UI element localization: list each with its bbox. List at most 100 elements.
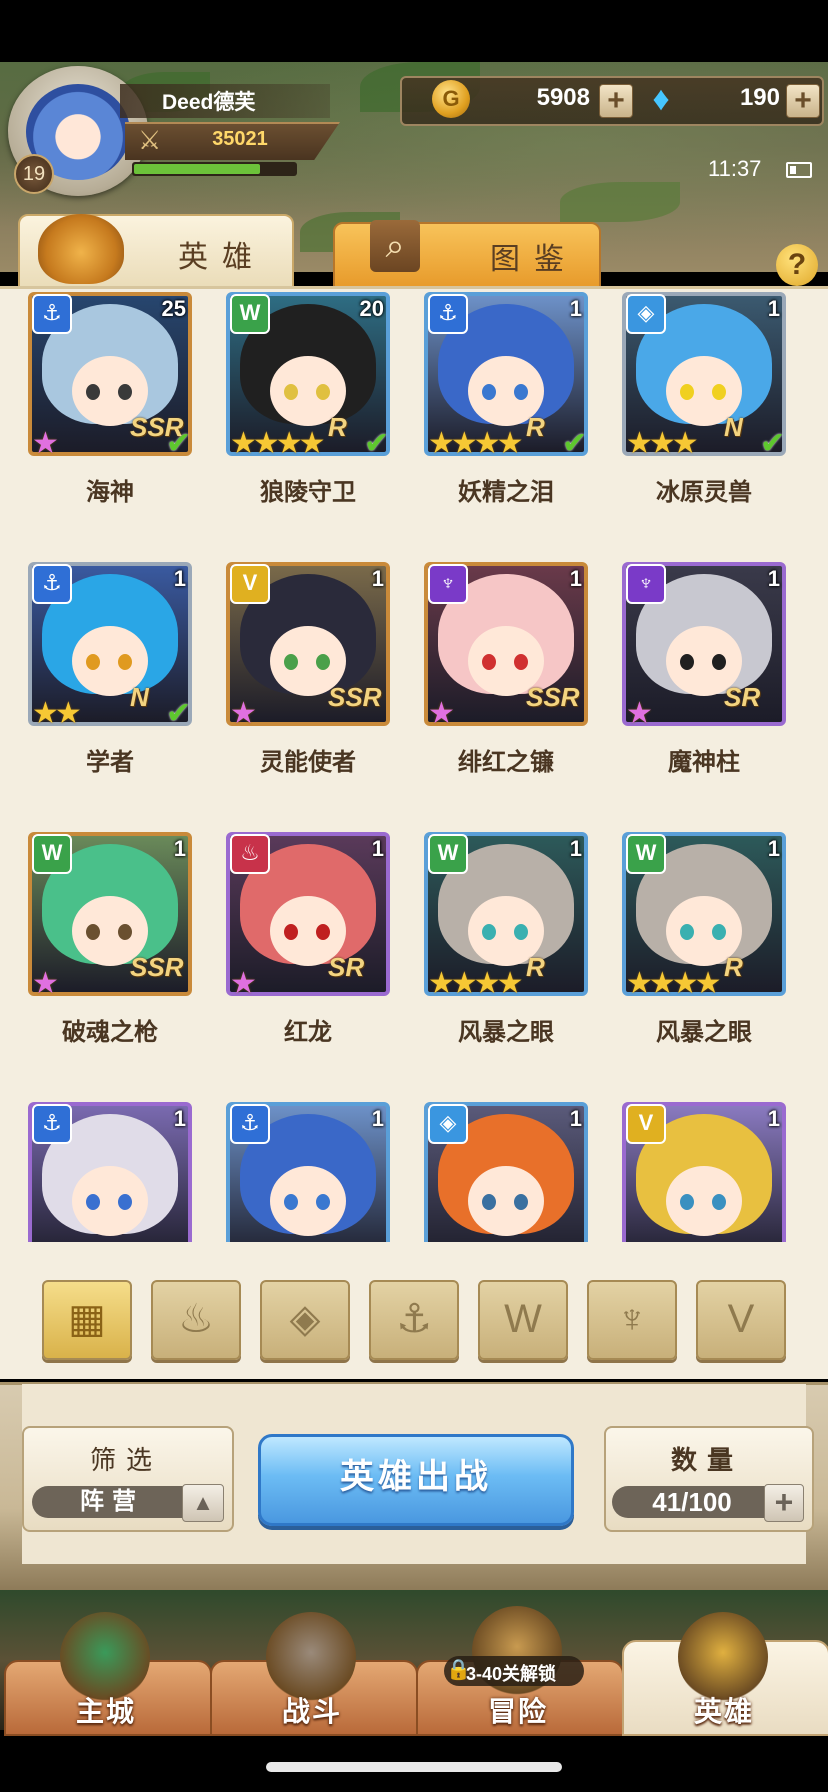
hero-eye xyxy=(482,654,496,670)
rarity-badge: R xyxy=(526,412,545,442)
star-rating: ★ xyxy=(626,697,653,730)
hero-card[interactable]: W 20 ★★★★ R ✔ 狼陵守卫 xyxy=(198,286,398,532)
star-rating: ★★★★ xyxy=(428,967,524,1000)
hero-eye xyxy=(86,1194,100,1210)
hero-card[interactable]: ♨ 1 ★ SR 红龙 xyxy=(198,822,398,1072)
hero-eye xyxy=(118,1194,132,1210)
hero-name: 风暴之眼 xyxy=(458,1019,554,1046)
hero-card[interactable]: W 1 ★★★★ R 风暴之眼 xyxy=(594,822,794,1072)
gold-coin-icon: G xyxy=(432,80,470,118)
hero-eye xyxy=(680,384,694,400)
hero-card[interactable]: ⚓ 1 xyxy=(198,1092,398,1242)
player-level-badge: 19 xyxy=(14,154,54,194)
hero-level: 1 xyxy=(767,1106,780,1131)
hero-card[interactable]: ⚓ 1 ★★ N ✔ 学者 xyxy=(0,552,200,802)
hero-level: 1 xyxy=(767,296,780,321)
star-rating: ★★ xyxy=(32,697,82,730)
hero-crest-icon xyxy=(678,1612,768,1702)
star-rating: ★ xyxy=(428,697,455,730)
hero-eye xyxy=(712,384,726,400)
hero-name: 海神 xyxy=(86,479,134,506)
filter-fire-button[interactable]: ♨ xyxy=(151,1280,241,1360)
hero-eye xyxy=(482,1194,496,1210)
exp-bar-fill xyxy=(134,164,260,174)
hero-level: 1 xyxy=(569,836,582,861)
star-rating: ★ xyxy=(32,427,59,460)
rarity-badge: R xyxy=(526,952,545,982)
star-rating: ★ xyxy=(230,967,257,1000)
hero-name: 冰原灵兽 xyxy=(656,479,752,506)
hero-level: 1 xyxy=(569,566,582,591)
hero-card[interactable]: ◈ 1 ★★★ N ✔ 冰原灵兽 xyxy=(594,286,794,532)
hero-eye xyxy=(514,1194,528,1210)
hero-card[interactable]: ◈ 1 xyxy=(396,1092,596,1242)
hero-eye xyxy=(284,384,298,400)
crossed-swords-icon xyxy=(266,1612,356,1702)
home-indicator[interactable] xyxy=(266,1762,562,1772)
rarity-badge: SSR xyxy=(526,682,580,712)
hero-eye xyxy=(482,924,496,940)
filter-chevron-button[interactable]: V xyxy=(696,1280,786,1360)
hero-level: 1 xyxy=(569,1106,582,1131)
hero-level: 1 xyxy=(371,1106,384,1131)
gold-amount: 5908 xyxy=(536,84,590,111)
expand-capacity-button[interactable]: + xyxy=(764,1484,804,1522)
hero-eye xyxy=(86,384,100,400)
hero-count-label: 数量 xyxy=(670,1445,743,1475)
hero-eye xyxy=(316,1194,330,1210)
hero-eye xyxy=(316,654,330,670)
star-rating: ★★★ xyxy=(626,427,699,460)
filter-all-button[interactable]: ▦ xyxy=(42,1280,132,1360)
hero-card[interactable]: V 1 ★ SSR 灵能使者 xyxy=(198,552,398,802)
lock-icon: 🔒 xyxy=(446,1659,471,1681)
hero-eye xyxy=(680,654,694,670)
faction-fire-icon: ♨ xyxy=(230,834,270,874)
filter-wolf-button[interactable]: W xyxy=(478,1280,568,1360)
deploy-heroes-button[interactable]: 英雄出战 xyxy=(258,1434,574,1526)
filter-diamond-button[interactable]: ◈ xyxy=(260,1280,350,1360)
rarity-badge: N xyxy=(724,412,743,442)
filter-toggle-button[interactable]: ▲ xyxy=(182,1484,224,1522)
faction-anchor-icon: ⚓ xyxy=(32,1104,72,1144)
star-rating: ★★★★ xyxy=(428,427,524,460)
hero-name: 灵能使者 xyxy=(260,749,356,776)
star-rating: ★ xyxy=(32,967,59,1000)
filter-anchor-button[interactable]: ⚓ xyxy=(369,1280,459,1360)
battery-icon xyxy=(786,162,812,178)
hero-card[interactable]: ⚓ 1 ★★★★ R ✔ 妖精之泪 xyxy=(396,286,596,532)
hero-level: 1 xyxy=(569,296,582,321)
faction-diamond-icon: ◈ xyxy=(626,294,666,334)
rarity-badge: SSR xyxy=(328,682,382,712)
faction-chevron-icon: V xyxy=(230,564,270,604)
hero-eye xyxy=(118,384,132,400)
filter-select-value[interactable]: 阵营 xyxy=(32,1486,192,1518)
star-rating: ★★★★ xyxy=(626,967,722,1000)
hero-card[interactable]: V1 xyxy=(594,1092,794,1242)
help-button[interactable]: ? xyxy=(776,244,818,286)
hero-card[interactable]: ⚓ 1 xyxy=(0,1092,200,1242)
hero-card[interactable]: ⚓ 25 ★ SSR ✔ 海神 xyxy=(0,286,200,532)
hero-face xyxy=(72,1166,148,1236)
faction-wolf-icon: W xyxy=(626,834,666,874)
rarity-badge: R xyxy=(724,952,743,982)
hero-level: 1 xyxy=(371,566,384,591)
filter-demon-button[interactable]: ♆ xyxy=(587,1280,677,1360)
add-gems-button[interactable]: + xyxy=(786,84,820,118)
hero-eye xyxy=(118,654,132,670)
hero-eye xyxy=(514,924,528,940)
hero-grid[interactable]: ⚓ 25 ★ SSR ✔ 海神 W 20 ★★★★ R ✔ 狼陵守卫 ⚓ 1 ★★★★ R ✔ 妖精之泪 ◈ 1 ★★★… xyxy=(0,286,828,1242)
hero-count-value: 41/100 xyxy=(652,1487,732,1517)
hero-level: 25 xyxy=(161,296,186,321)
hero-card[interactable]: ♆ 1 ★ SSR 绯红之镰 xyxy=(396,552,596,802)
crossed-swords-icon: ⚔ xyxy=(138,125,162,155)
nav-tab-label: 英雄 xyxy=(693,1696,754,1727)
hero-card[interactable]: W 1 ★★★★ R 风暴之眼 xyxy=(396,822,596,1072)
tab-heroes-label: 英雄 xyxy=(178,241,266,274)
hero-name: 学者 xyxy=(86,749,134,776)
hero-card[interactable]: W 1 ★ SSR 破魂之枪 xyxy=(0,822,200,1072)
faction-anchor-icon: ⚓ xyxy=(32,564,72,604)
diamond-gem-icon: ♦ xyxy=(652,80,670,118)
add-gold-button[interactable]: + xyxy=(599,84,633,118)
faction-wolf-icon: W xyxy=(32,834,72,874)
hero-card[interactable]: ♆ 1 ★ SR 魔神柱 xyxy=(594,552,794,802)
